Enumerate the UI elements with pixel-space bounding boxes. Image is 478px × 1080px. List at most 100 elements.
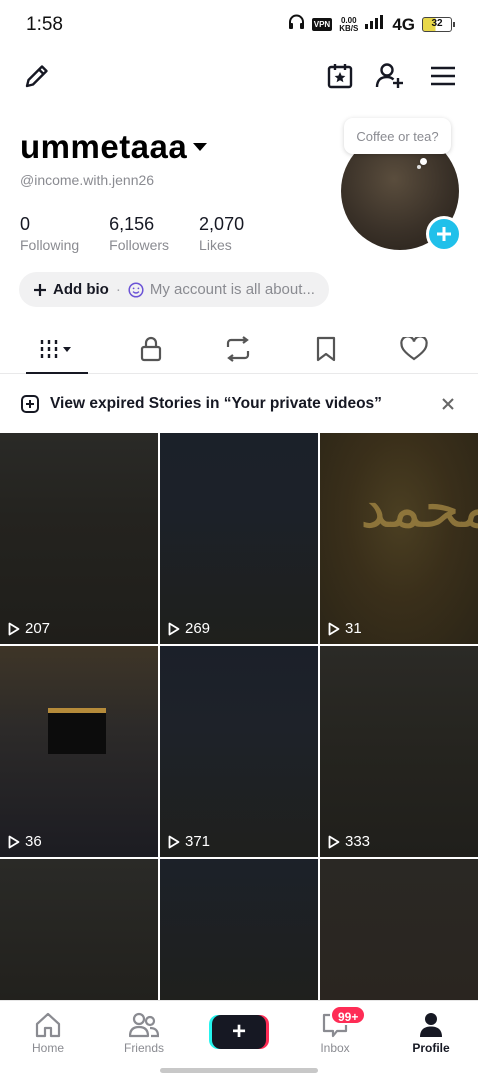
nav-inbox-label: Inbox bbox=[320, 1041, 350, 1055]
grid-bars-icon bbox=[40, 340, 71, 358]
heart-icon bbox=[400, 337, 428, 361]
calligraphy-image: محمد bbox=[360, 473, 478, 541]
content-tabs bbox=[0, 326, 478, 374]
view-count: 207 bbox=[8, 620, 50, 637]
video-thumbnail[interactable]: 36 bbox=[0, 646, 158, 857]
view-count-value: 207 bbox=[25, 620, 51, 637]
nav-home-label: Home bbox=[31, 1041, 64, 1055]
signal-icon bbox=[365, 15, 385, 34]
username: ummetaaa bbox=[20, 128, 188, 165]
hamburger-menu-icon[interactable] bbox=[426, 59, 460, 93]
video-grid: 207 269 محمد 31 36 371 333 bbox=[0, 433, 478, 1000]
bookmark-icon bbox=[316, 336, 336, 362]
play-icon bbox=[328, 622, 340, 635]
bio-placeholder: My account is all about... bbox=[149, 281, 315, 298]
add-square-icon bbox=[21, 395, 39, 413]
nav-friends-label: Friends bbox=[123, 1041, 164, 1055]
play-icon bbox=[328, 835, 340, 848]
smile-icon bbox=[128, 281, 144, 298]
top-bar bbox=[0, 55, 478, 99]
video-thumbnail[interactable]: محمد 31 bbox=[320, 433, 478, 644]
nav-profile[interactable]: Profile bbox=[391, 1009, 471, 1055]
video-thumbnail[interactable] bbox=[0, 859, 158, 1000]
notice-text: View expired Stories in “Your private vi… bbox=[50, 395, 382, 412]
video-thumbnail[interactable]: 371 bbox=[160, 646, 318, 857]
play-icon bbox=[8, 835, 20, 848]
view-count-value: 269 bbox=[185, 620, 211, 637]
view-count-value: 371 bbox=[185, 833, 211, 850]
stat-value: 6,156 bbox=[109, 214, 155, 234]
account-switcher[interactable]: ummetaaa bbox=[20, 128, 208, 166]
inbox-badge: 99+ bbox=[330, 1005, 367, 1025]
tab-videos[interactable] bbox=[26, 326, 88, 374]
play-icon bbox=[168, 622, 180, 635]
expired-stories-notice[interactable]: View expired Stories in “Your private vi… bbox=[0, 377, 478, 431]
nav-friends[interactable]: Friends bbox=[104, 1009, 184, 1055]
stat-label: Followers bbox=[109, 237, 170, 253]
add-user-icon[interactable] bbox=[373, 59, 407, 93]
battery-icon: 32 bbox=[422, 17, 455, 32]
play-icon bbox=[168, 835, 180, 848]
caret-down-icon bbox=[193, 143, 208, 151]
status-time: 1:58 bbox=[26, 14, 63, 35]
kaaba-image bbox=[48, 708, 106, 754]
create-button[interactable]: + bbox=[212, 1015, 266, 1049]
view-count: 371 bbox=[168, 833, 210, 850]
stat-followers[interactable]: 6,156 Followers bbox=[109, 214, 169, 253]
tab-liked[interactable] bbox=[384, 326, 444, 372]
note-bubble-tail-small bbox=[417, 165, 421, 169]
plus-icon bbox=[34, 283, 46, 296]
stat-likes[interactable]: 2,070 Likes bbox=[199, 214, 244, 253]
home-icon bbox=[8, 1009, 88, 1041]
net-speed-unit: KB/S bbox=[339, 23, 359, 33]
profile-icon bbox=[391, 1009, 471, 1041]
stat-value: 0 bbox=[20, 214, 31, 234]
plus-icon bbox=[437, 227, 451, 241]
nav-profile-label: Profile bbox=[412, 1041, 450, 1055]
view-count: 269 bbox=[168, 620, 210, 637]
profile-stats: 0 Following 6,156 Followers 2,070 Likes bbox=[20, 214, 244, 253]
tab-private[interactable] bbox=[121, 326, 181, 372]
stat-label: Following bbox=[20, 237, 80, 253]
play-icon bbox=[8, 622, 20, 635]
view-count-value: 36 bbox=[25, 833, 42, 850]
note-bubble-tail bbox=[420, 158, 427, 165]
bio-separator: · bbox=[115, 281, 121, 298]
network-type: 4G bbox=[392, 14, 415, 34]
close-icon[interactable] bbox=[438, 394, 458, 414]
tab-reposts[interactable] bbox=[208, 326, 268, 372]
nav-home[interactable]: Home bbox=[8, 1009, 88, 1055]
add-story-button[interactable] bbox=[426, 216, 462, 252]
view-count-value: 333 bbox=[345, 833, 371, 850]
edit-pencil-icon[interactable] bbox=[20, 59, 54, 93]
view-count-value: 31 bbox=[345, 620, 362, 637]
user-handle: @income.with.jenn26 bbox=[20, 172, 155, 188]
video-thumbnail[interactable]: 269 bbox=[160, 433, 318, 644]
headphones-icon bbox=[288, 14, 305, 35]
create-plus-icon: + bbox=[231, 1018, 246, 1045]
net-speed: 0.00 KB/S bbox=[339, 16, 359, 33]
view-count: 31 bbox=[328, 620, 362, 637]
note-bubble[interactable]: Coffee or tea? bbox=[344, 118, 451, 154]
video-thumbnail[interactable] bbox=[160, 859, 318, 1000]
add-bio-label: Add bio bbox=[53, 281, 109, 298]
calendar-star-icon[interactable] bbox=[323, 59, 357, 93]
tab-favorites[interactable] bbox=[296, 326, 356, 372]
lock-icon bbox=[140, 336, 162, 362]
video-thumbnail[interactable]: 207 bbox=[0, 433, 158, 644]
stat-label: Likes bbox=[199, 237, 232, 253]
home-indicator[interactable] bbox=[160, 1068, 318, 1073]
video-thumbnail[interactable] bbox=[320, 859, 478, 1000]
stat-following[interactable]: 0 Following bbox=[20, 214, 79, 253]
repost-icon bbox=[226, 336, 250, 362]
friends-icon bbox=[104, 1009, 184, 1041]
status-bar: 1:58 VPN 0.00 KB/S 4G 32 bbox=[0, 0, 478, 50]
view-count: 36 bbox=[8, 833, 42, 850]
add-bio-button[interactable]: Add bio bbox=[33, 281, 109, 298]
stat-value: 2,070 bbox=[199, 214, 245, 234]
view-count: 333 bbox=[328, 833, 370, 850]
bio-pill[interactable]: Add bio · My account is all about... bbox=[19, 272, 329, 307]
video-thumbnail[interactable]: 333 bbox=[320, 646, 478, 857]
status-icons: VPN 0.00 KB/S 4G 32 bbox=[288, 14, 455, 35]
vpn-icon: VPN bbox=[311, 18, 333, 31]
